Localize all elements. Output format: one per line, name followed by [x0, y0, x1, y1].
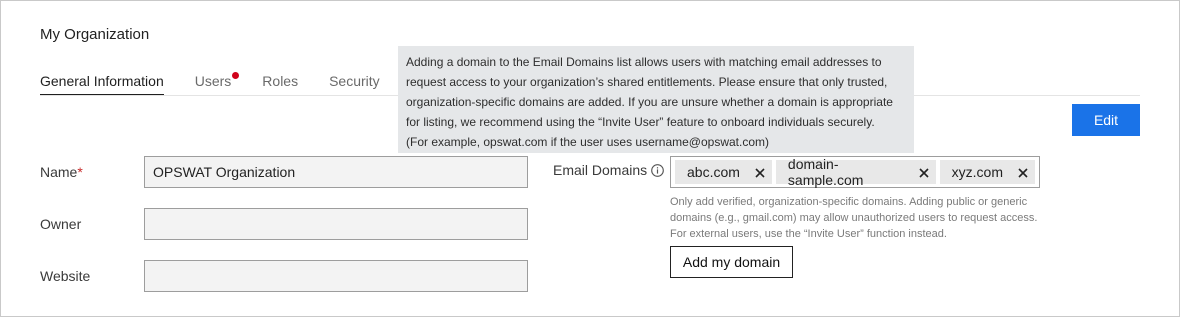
email-domains-label-text: Email Domains [553, 162, 648, 178]
owner-input[interactable] [144, 208, 528, 240]
tooltip-line: for listing, we recommend using the “Inv… [406, 115, 875, 129]
domain-tag-label: domain-sample.com [787, 156, 864, 188]
name-label-text: Name [40, 164, 78, 180]
email-domains-hint: Only add verified, organization-specific… [670, 194, 1037, 242]
edit-button[interactable]: Edit [1072, 104, 1140, 136]
tab-users[interactable]: Users [194, 72, 240, 96]
website-input[interactable] [144, 260, 528, 292]
tab-label: Security [329, 73, 380, 89]
hint-line: Only add verified, organization-specific… [670, 196, 1028, 208]
close-icon[interactable] [918, 166, 930, 178]
email-domains-label: Email Domains [553, 162, 664, 178]
website-label: Website [40, 268, 91, 284]
tooltip-line: organization-specific domains are added.… [406, 95, 893, 109]
close-icon[interactable] [1017, 166, 1029, 178]
email-domains-tooltip: Adding a domain to the Email Domains lis… [398, 46, 914, 153]
page-title: My Organization [40, 26, 150, 43]
tooltip-line: request access to your organization’s sh… [406, 75, 888, 89]
domain-tag: abc.com [675, 160, 772, 184]
info-icon[interactable] [651, 163, 664, 177]
name-input[interactable]: OPSWAT Organization [144, 156, 528, 188]
close-icon[interactable] [754, 166, 766, 178]
domain-tag: domain-sample.com [775, 156, 936, 188]
required-mark: * [77, 164, 83, 180]
domain-tag-label: abc.com [687, 164, 740, 180]
name-label: Name* [40, 164, 83, 180]
tab-bar: General Information Users Roles Security [40, 72, 411, 96]
tab-security[interactable]: Security [329, 73, 380, 96]
domain-tag: xyz.com [939, 160, 1035, 184]
tooltip-line: (For example, opswat.com if the user use… [406, 135, 769, 149]
hint-line: For external users, use the “Invite User… [670, 228, 947, 240]
email-domains-field[interactable]: abc.com domain-sample.com xyz.com [670, 156, 1040, 188]
hint-line: domains (e.g., gmail.com) may allow unau… [670, 212, 1038, 224]
tab-label: Roles [262, 73, 299, 89]
tab-general-information[interactable]: General Information [40, 73, 164, 96]
notification-dot [232, 72, 240, 79]
domain-tag-label: xyz.com [951, 164, 1003, 180]
tab-roles[interactable]: Roles [262, 73, 298, 96]
add-my-domain-button[interactable]: Add my domain [670, 246, 793, 278]
tooltip-line: Adding a domain to the Email Domains lis… [406, 55, 882, 69]
tab-label: Users [194, 73, 232, 89]
tab-label: General Information [40, 73, 164, 89]
owner-label: Owner [40, 216, 82, 232]
